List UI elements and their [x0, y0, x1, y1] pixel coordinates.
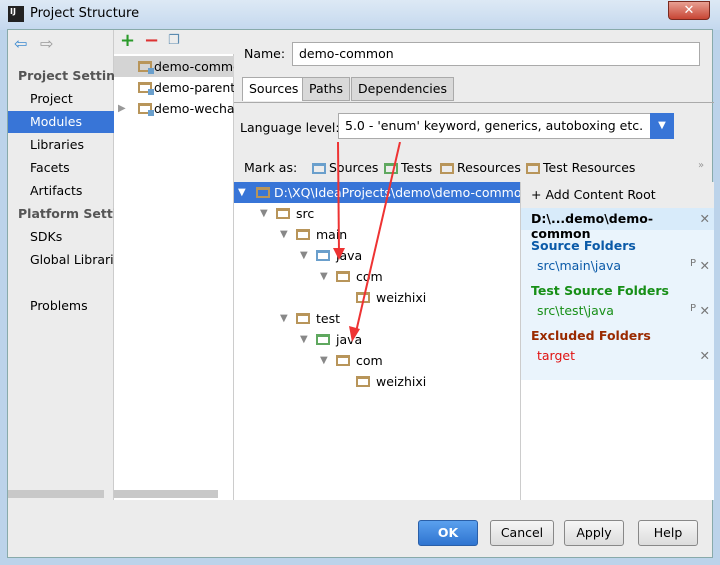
project-settings-header: Project Settings	[18, 68, 114, 83]
content-roots-panel: + Add Content Root D:\...demo\demo-commo…	[520, 182, 714, 500]
excluded-folders-header: Excluded Folders	[531, 328, 651, 343]
remove-root-icon[interactable]: ✕	[700, 211, 710, 226]
add-content-root-button[interactable]: + Add Content Root	[521, 182, 714, 208]
add-content-root-label: Add Content Root	[545, 187, 656, 202]
module-list: + − ❐ demo-common demo-parent ▶ demo-wech…	[114, 30, 234, 500]
module-toolbar: + − ❐	[114, 30, 234, 54]
nav-artifacts[interactable]: Artifacts	[8, 180, 114, 202]
name-input[interactable]: demo-common	[292, 42, 700, 66]
annotation-arrows	[333, 142, 401, 342]
title-bar: IJ Project Structure ✕	[0, 0, 720, 30]
nav-libraries[interactable]: Libraries	[8, 134, 114, 156]
excluded-folder-path: target	[537, 348, 576, 363]
nav-problems[interactable]: Problems	[8, 295, 114, 317]
dropdown-arrow-icon[interactable]: ▼	[650, 113, 674, 139]
help-button[interactable]: Help	[638, 520, 698, 546]
add-icon[interactable]: +	[120, 30, 135, 51]
source-folder-path: src\main\java	[537, 258, 622, 273]
module-label: demo-common	[154, 59, 234, 74]
expand-arrow-icon[interactable]: ▶	[118, 98, 126, 119]
module-label: demo-wechat	[154, 101, 234, 116]
nav-modules[interactable]: Modules	[8, 111, 114, 133]
tab-dependencies[interactable]: Dependencies	[351, 77, 454, 101]
module-folder-icon	[138, 82, 154, 95]
cancel-button[interactable]: Cancel	[490, 520, 554, 546]
more-icon[interactable]: »	[698, 160, 704, 171]
nav-project[interactable]: Project	[8, 88, 114, 110]
red-arrow	[337, 142, 340, 255]
nav-facets[interactable]: Facets	[8, 157, 114, 179]
mark-test-resources-button[interactable]: Test Resources	[526, 160, 635, 175]
remove-icon[interactable]: −	[144, 30, 159, 51]
test-folder-path: src\test\java	[537, 303, 614, 318]
apply-button[interactable]: Apply	[564, 520, 624, 546]
close-button[interactable]: ✕	[668, 1, 710, 20]
nav-global-libraries[interactable]: Global Libraries	[8, 249, 114, 271]
mark-label: Test Resources	[543, 160, 636, 175]
properties-icon[interactable]: P	[690, 303, 696, 314]
module-item-demo-common[interactable]: demo-common	[114, 56, 234, 77]
module-item-demo-parent[interactable]: demo-parent	[114, 77, 234, 98]
app-logo: IJ	[8, 6, 24, 22]
test-resources-folder-icon	[526, 163, 540, 174]
content-root-path: D:\...demo\demo-common	[521, 208, 714, 241]
red-arrow	[355, 142, 401, 333]
tab-sources[interactable]: Sources	[242, 77, 306, 101]
copy-icon[interactable]: ❐	[168, 33, 180, 48]
remove-excluded-icon[interactable]: ✕	[700, 348, 710, 363]
settings-nav: ⇦ ⇨ Project Settings Project Modules Lib…	[8, 30, 114, 500]
name-label: Name:	[244, 46, 286, 61]
horizontal-scrollbar[interactable]	[114, 490, 218, 498]
dialog-body: ⇦ ⇨ Project Settings Project Modules Lib…	[7, 29, 714, 558]
window-title: Project Structure	[30, 6, 140, 21]
forward-arrow-icon[interactable]: ⇨	[40, 34, 53, 53]
module-item-demo-wechat[interactable]: ▶ demo-wechat	[114, 98, 234, 119]
language-level-label: Language level:	[240, 120, 340, 135]
remove-test-icon[interactable]: ✕	[700, 303, 710, 318]
back-arrow-icon[interactable]: ⇦	[14, 34, 27, 53]
ok-button[interactable]: OK	[418, 520, 478, 546]
nav-sdks[interactable]: SDKs	[8, 226, 114, 248]
tab-paths[interactable]: Paths	[302, 77, 350, 101]
module-label: demo-parent	[154, 80, 234, 95]
content-root-block: D:\...demo\demo-common ✕ Source Folders …	[521, 208, 714, 380]
test-source-folders-header: Test Source Folders	[531, 283, 669, 298]
horizontal-scrollbar[interactable]	[8, 490, 104, 498]
arrow-head	[333, 248, 345, 260]
module-folder-icon	[138, 61, 154, 74]
folder-tree: ▼ D:\XQ\IdeaProjects\demo\demo-common ▼ sr…	[234, 142, 529, 500]
language-level-select[interactable]: 5.0 - 'enum' keyword, generics, autoboxi…	[338, 113, 674, 139]
properties-icon[interactable]: P	[690, 258, 696, 269]
arrow-head	[349, 326, 360, 342]
remove-source-icon[interactable]: ✕	[700, 258, 710, 273]
platform-settings-header: Platform Settings	[18, 206, 114, 221]
source-folders-header: Source Folders	[531, 238, 636, 253]
module-folder-icon	[138, 103, 154, 116]
module-details: Name: demo-common Sources Paths Dependen…	[234, 30, 714, 500]
